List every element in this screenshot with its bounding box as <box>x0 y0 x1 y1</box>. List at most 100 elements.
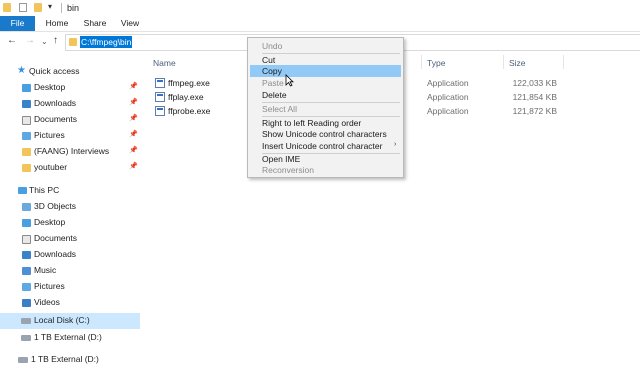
exe-file-icon <box>155 78 165 88</box>
sidebar-item-3d-objects[interactable]: 3D Objects <box>0 199 140 215</box>
sidebar-item-documents-pinned[interactable]: Documents 📌 <box>0 112 140 128</box>
tab-home[interactable]: Home <box>40 16 74 31</box>
column-divider[interactable] <box>563 55 564 69</box>
tab-file[interactable]: File <box>0 16 35 31</box>
drive-icon <box>21 335 31 341</box>
sidebar-item-local-disk-c[interactable]: Local Disk (C:) <box>0 313 140 329</box>
drive-icon <box>21 318 31 324</box>
sidebar-item-label: Desktop <box>34 82 66 92</box>
column-header-name[interactable]: Name <box>153 58 176 68</box>
menu-item-label: Delete <box>262 90 287 100</box>
pictures-icon <box>22 283 31 291</box>
column-header-size[interactable]: Size <box>509 58 526 68</box>
sidebar-item-label: Documents <box>34 114 77 124</box>
sidebar-item-label: 1 TB External (D:) <box>31 354 99 364</box>
sidebar-item-external-d[interactable]: 1 TB External (D:) <box>0 330 140 346</box>
menu-item-copy[interactable]: Copy <box>250 65 401 77</box>
sidebar-item-pictures-pinned[interactable]: Pictures 📌 <box>0 128 140 144</box>
sidebar-item-label: Downloads <box>34 98 77 108</box>
sidebar-item-downloads-pinned[interactable]: Downloads 📌 <box>0 96 140 112</box>
sidebar-item-label: (FAANG) Interviews <box>34 146 110 156</box>
sidebar-item-label: Pictures <box>34 130 65 140</box>
pin-icon: 📌 <box>129 131 138 138</box>
sidebar-item-downloads[interactable]: Downloads <box>0 247 140 263</box>
sidebar-item-label: youtuber <box>34 162 68 172</box>
desktop-icon <box>22 219 31 227</box>
context-menu: Undo Cut Copy Paste Delete Select All Ri… <box>247 37 404 178</box>
documents-icon <box>22 116 31 125</box>
sidebar-item-label: Downloads <box>34 249 77 259</box>
desktop-icon <box>22 84 31 92</box>
sidebar-item-label: This PC <box>29 185 60 195</box>
file-size: 122,033 KB <box>512 78 557 88</box>
menu-item-label: Copy <box>262 66 282 76</box>
new-folder-icon[interactable] <box>34 3 42 12</box>
sidebar-item-desktop[interactable]: Desktop <box>0 215 140 231</box>
sidebar-item-music[interactable]: Music <box>0 263 140 279</box>
title-bar: ▾ bin <box>0 0 640 16</box>
file-size: 121,872 KB <box>512 106 557 116</box>
folder-icon[interactable] <box>3 3 11 12</box>
ribbon-tabs: File Home Share View <box>0 16 640 32</box>
tab-share[interactable]: Share <box>78 16 112 31</box>
sidebar-item-label: Quick access <box>29 66 80 76</box>
pin-icon: 📌 <box>129 83 138 90</box>
recent-locations-chevron-icon[interactable]: ⌄ <box>41 37 48 46</box>
title-separator <box>61 3 62 13</box>
menu-item-insert-unicode[interactable]: Insert Unicode control character <box>250 140 401 152</box>
file-type: Application <box>427 92 469 102</box>
column-divider[interactable] <box>503 55 504 69</box>
downloads-icon <box>22 251 31 259</box>
music-icon <box>22 267 31 275</box>
file-name: ffmpeg.exe <box>168 78 210 88</box>
menu-item-label: Reconversion <box>262 165 314 175</box>
sidebar-item-label: Local Disk (C:) <box>34 315 90 325</box>
sidebar-item-label: Desktop <box>34 217 66 227</box>
sidebar-item-pictures[interactable]: Pictures <box>0 279 140 295</box>
up-arrow-icon[interactable]: ↑ <box>53 35 58 46</box>
sidebar-item-faang-interviews[interactable]: (FAANG) Interviews 📌 <box>0 144 140 160</box>
sidebar-item-label: Pictures <box>34 281 65 291</box>
downloads-icon <box>22 100 31 108</box>
pin-icon: 📌 <box>129 115 138 122</box>
pin-icon: 📌 <box>129 99 138 106</box>
menu-item-reconversion: Reconversion <box>250 164 401 176</box>
forward-arrow-icon[interactable]: → <box>25 35 35 46</box>
menu-item-delete[interactable]: Delete <box>250 89 401 101</box>
column-header-type[interactable]: Type <box>427 58 445 68</box>
sidebar-item-label: Documents <box>34 233 77 243</box>
address-path-selected[interactable]: C:\ffmpeg\bin <box>80 36 133 48</box>
sidebar-item-youtuber[interactable]: youtuber 📌 <box>0 160 140 176</box>
menu-item-select-all: Select All <box>250 103 401 115</box>
pictures-icon <box>22 132 31 140</box>
tab-view[interactable]: View <box>114 16 146 31</box>
file-type: Application <box>427 106 469 116</box>
file-name: ffplay.exe <box>168 92 204 102</box>
sidebar-item-quick-access[interactable]: ★ Quick access <box>0 64 140 80</box>
back-arrow-icon[interactable]: ← <box>7 35 17 46</box>
sidebar-item-videos[interactable]: Videos <box>0 295 140 311</box>
menu-item-label: Insert Unicode control character <box>262 141 383 151</box>
customize-toolbar-dropdown-icon[interactable]: ▾ <box>48 2 52 11</box>
folder-icon <box>22 148 31 156</box>
file-type: Application <box>427 78 469 88</box>
column-divider[interactable] <box>421 55 422 69</box>
navigation-pane: ★ Quick access Desktop 📌 Downloads 📌 Doc… <box>0 52 140 364</box>
documents-icon <box>22 235 31 244</box>
sidebar-item-desktop-pinned[interactable]: Desktop 📌 <box>0 80 140 96</box>
properties-icon[interactable] <box>19 3 27 12</box>
pin-icon: 📌 <box>129 163 138 170</box>
exe-file-icon <box>155 92 165 102</box>
submenu-chevron-icon: › <box>394 141 397 148</box>
menu-item-label: Undo <box>262 41 283 51</box>
sidebar-item-this-pc[interactable]: This PC <box>0 183 140 199</box>
sidebar-item-documents[interactable]: Documents <box>0 231 140 247</box>
sidebar-item-external-d-root[interactable]: 1 TB External (D:) <box>0 352 140 368</box>
menu-item-show-unicode[interactable]: Show Unicode control characters <box>250 128 401 140</box>
sidebar-item-label: 3D Objects <box>34 201 77 211</box>
menu-item-undo: Undo <box>250 40 401 52</box>
menu-item-paste: Paste <box>250 77 401 89</box>
star-icon: ★ <box>17 65 26 76</box>
3d-objects-icon <box>22 203 31 211</box>
computer-icon <box>18 187 27 194</box>
